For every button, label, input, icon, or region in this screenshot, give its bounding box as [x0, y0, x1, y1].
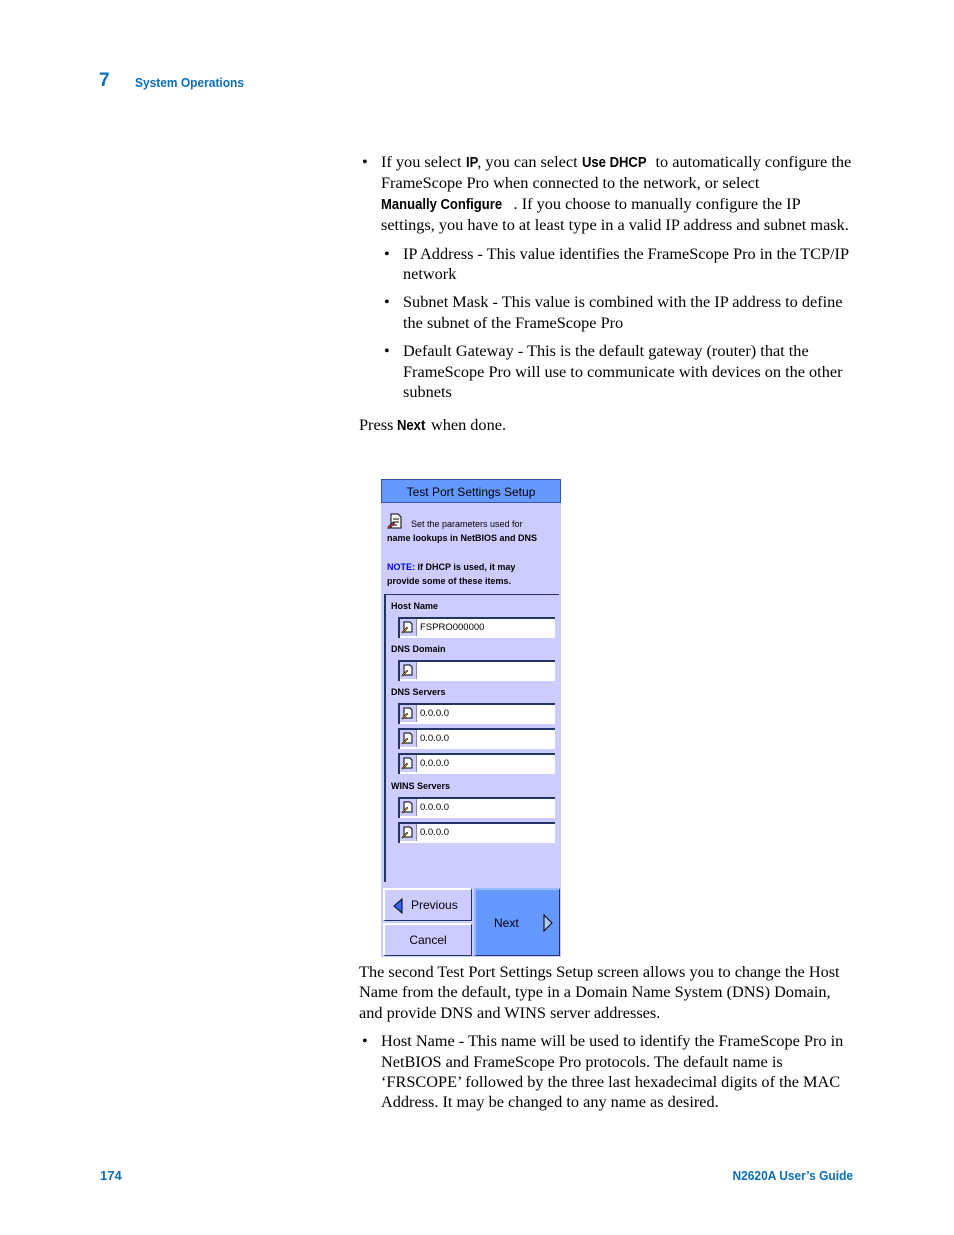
- dns-server-1-value: 0.0.0.0: [420, 708, 450, 719]
- previous-label: Previous: [411, 898, 458, 912]
- after-screen-block: The second Test Port Settings Setup scre…: [359, 962, 855, 1113]
- screen-title: Test Port Settings Setup: [381, 479, 561, 503]
- sub-bullet-ip-address: IP Address - This value identifies the F…: [359, 244, 855, 285]
- chapter-title: System Operations: [135, 75, 245, 90]
- wins-servers-label: WINS Servers: [391, 781, 451, 791]
- bold-term-use-dhcp: Use DHCP: [581, 155, 647, 171]
- note-text-2: provide some of these items.: [387, 575, 512, 586]
- document-edit-icon: [387, 513, 403, 529]
- next-button[interactable]: Next: [474, 888, 560, 956]
- host-name-bullet: Host Name - This name will be used to id…: [359, 1031, 855, 1113]
- screen-note: NOTE: If DHCP is used, it may provide so…: [387, 561, 559, 588]
- dns-domain-label: DNS Domain: [391, 644, 446, 654]
- edit-icon[interactable]: [400, 730, 417, 747]
- guide-title: N2620A User’s Guide: [732, 1168, 853, 1183]
- screen-intro: Set the parameters used for name lookups…: [387, 513, 559, 545]
- dns-server-3-value: 0.0.0.0: [420, 758, 450, 769]
- text: , you can select: [477, 152, 582, 171]
- edit-icon[interactable]: [400, 799, 417, 816]
- wins-server-1-value: 0.0.0.0: [420, 802, 450, 813]
- host-name-label: Host Name: [391, 601, 439, 611]
- host-name-value: FSPRO000000: [420, 622, 485, 633]
- text: If you select: [381, 152, 466, 171]
- press-next-line: Press Next when done.: [359, 415, 855, 436]
- next-label: Next: [494, 916, 519, 930]
- fields-panel: Host Name FSPRO000000 DNS Domain DNS Ser…: [384, 594, 559, 882]
- wins-server-2-input[interactable]: 0.0.0.0: [398, 822, 555, 843]
- chapter-number: 7: [99, 70, 110, 91]
- dns-server-3-input[interactable]: 0.0.0.0: [398, 753, 555, 774]
- note-label: NOTE:: [387, 562, 415, 572]
- edit-icon[interactable]: [400, 755, 417, 772]
- intro-bullet-block: If you select IP, you can select Use DHC…: [359, 152, 855, 437]
- note-text: If DHCP is used, it may: [415, 562, 516, 572]
- previous-button[interactable]: Previous: [383, 888, 472, 921]
- intro-bullet: If you select IP, you can select Use DHC…: [359, 152, 855, 236]
- bold-term-manually-configure: Manually Configure: [381, 196, 503, 213]
- dns-servers-label: DNS Servers: [391, 687, 446, 697]
- intro-text: Set the parameters used for: [411, 519, 523, 529]
- wins-server-2-value: 0.0.0.0: [420, 827, 450, 838]
- dns-server-1-input[interactable]: 0.0.0.0: [398, 703, 555, 724]
- dns-server-2-value: 0.0.0.0: [420, 733, 450, 744]
- edit-icon[interactable]: [400, 662, 417, 679]
- sub-bullet-default-gateway: Default Gateway - This is the default ga…: [359, 341, 855, 402]
- host-name-input[interactable]: FSPRO000000: [398, 617, 555, 638]
- text: Press: [359, 415, 398, 435]
- wins-server-1-input[interactable]: 0.0.0.0: [398, 797, 555, 818]
- dns-domain-input[interactable]: [398, 660, 555, 681]
- bold-term-next: Next: [397, 418, 426, 435]
- page-number: 174: [100, 1168, 122, 1183]
- edit-icon[interactable]: [400, 824, 417, 841]
- edit-icon[interactable]: [400, 705, 417, 722]
- cancel-button[interactable]: Cancel: [383, 923, 472, 956]
- arrow-right-icon: [543, 914, 553, 932]
- bold-term-ip: IP: [465, 155, 478, 171]
- dns-server-2-input[interactable]: 0.0.0.0: [398, 728, 555, 749]
- arrow-left-icon: [393, 898, 403, 914]
- intro-text-bold: name lookups in NetBIOS and DNS: [387, 532, 538, 543]
- edit-icon[interactable]: [400, 619, 417, 636]
- test-port-settings-screen: Test Port Settings Setup Set the paramet…: [381, 479, 561, 957]
- sub-bullet-subnet-mask: Subnet Mask - This value is combined wit…: [359, 292, 855, 333]
- after-paragraph: The second Test Port Settings Setup scre…: [359, 962, 840, 1022]
- text: when done.: [426, 415, 507, 435]
